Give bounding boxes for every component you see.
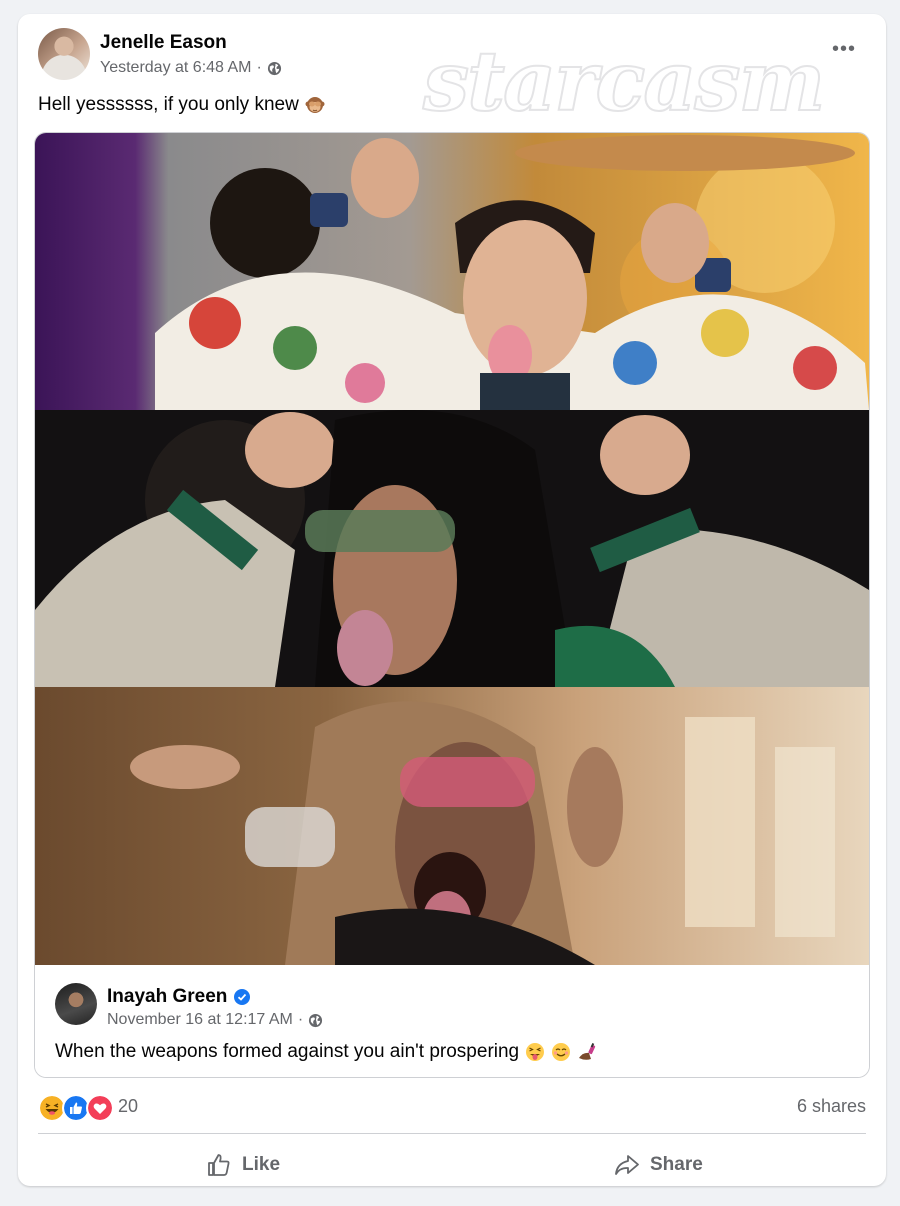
- shared-image-3[interactable]: [35, 687, 869, 965]
- post-text: Hell yessssss, if you only knew: [38, 94, 299, 115]
- shared-text-row: When the weapons formed against you ain'…: [55, 1041, 597, 1063]
- share-label: Share: [650, 1154, 703, 1175]
- shared-post-timestamp[interactable]: November 16 at 12:17 AM: [107, 1011, 293, 1029]
- see-no-evil-monkey-icon: [305, 97, 325, 113]
- nail-polish-icon: [579, 1042, 596, 1060]
- reaction-count[interactable]: 20: [118, 1096, 138, 1117]
- shared-author-name[interactable]: Inayah Green: [107, 986, 227, 1008]
- shared-post-meta: November 16 at 12:17 AM ·: [107, 1011, 323, 1029]
- globe-icon: [309, 1013, 323, 1027]
- shares-count[interactable]: 6 shares: [797, 1096, 866, 1117]
- reaction-icons[interactable]: [38, 1094, 114, 1122]
- meta-separator: ·: [297, 1011, 304, 1028]
- author-avatar[interactable]: [38, 28, 90, 80]
- shared-image-1[interactable]: [35, 133, 869, 410]
- verified-badge-icon: [234, 989, 251, 1005]
- post-timestamp[interactable]: Yesterday at 6:48 AM: [100, 59, 252, 77]
- share-arrow-icon: [615, 1155, 639, 1175]
- reactions-row: 20 6 shares: [38, 1094, 866, 1122]
- shared-post-footer: Inayah Green November 16 at 12:17 AM · W…: [35, 965, 869, 1077]
- shared-post[interactable]: Inayah Green November 16 at 12:17 AM · W…: [34, 132, 870, 1078]
- starcasm-watermark: starcasm: [422, 33, 826, 131]
- more-options-icon[interactable]: •••: [832, 39, 856, 59]
- shared-author-row: Inayah Green: [107, 986, 251, 1008]
- shared-post-text: When the weapons formed against you ain'…: [55, 1041, 520, 1062]
- like-label: Like: [242, 1154, 281, 1175]
- like-button[interactable]: Like: [206, 1147, 280, 1183]
- globe-icon: [267, 61, 281, 75]
- thumbs-up-icon: [208, 1154, 230, 1176]
- meta-separator: ·: [256, 59, 262, 76]
- shared-image-2[interactable]: [35, 410, 869, 687]
- post-meta: Yesterday at 6:48 AM ·: [100, 59, 282, 77]
- share-button[interactable]: Share: [614, 1147, 703, 1183]
- post-card: Jenelle Eason Yesterday at 6:48 AM · sta…: [18, 14, 886, 1186]
- shared-author-avatar[interactable]: [55, 983, 97, 1025]
- love-reaction-icon: [86, 1094, 114, 1122]
- author-name[interactable]: Jenelle Eason: [100, 32, 227, 54]
- post-text-row: Hell yessssss, if you only knew: [38, 94, 325, 116]
- squinting-tongue-face-icon: [526, 1043, 545, 1061]
- smiling-face-icon: [552, 1043, 571, 1061]
- actions-divider: [38, 1133, 866, 1134]
